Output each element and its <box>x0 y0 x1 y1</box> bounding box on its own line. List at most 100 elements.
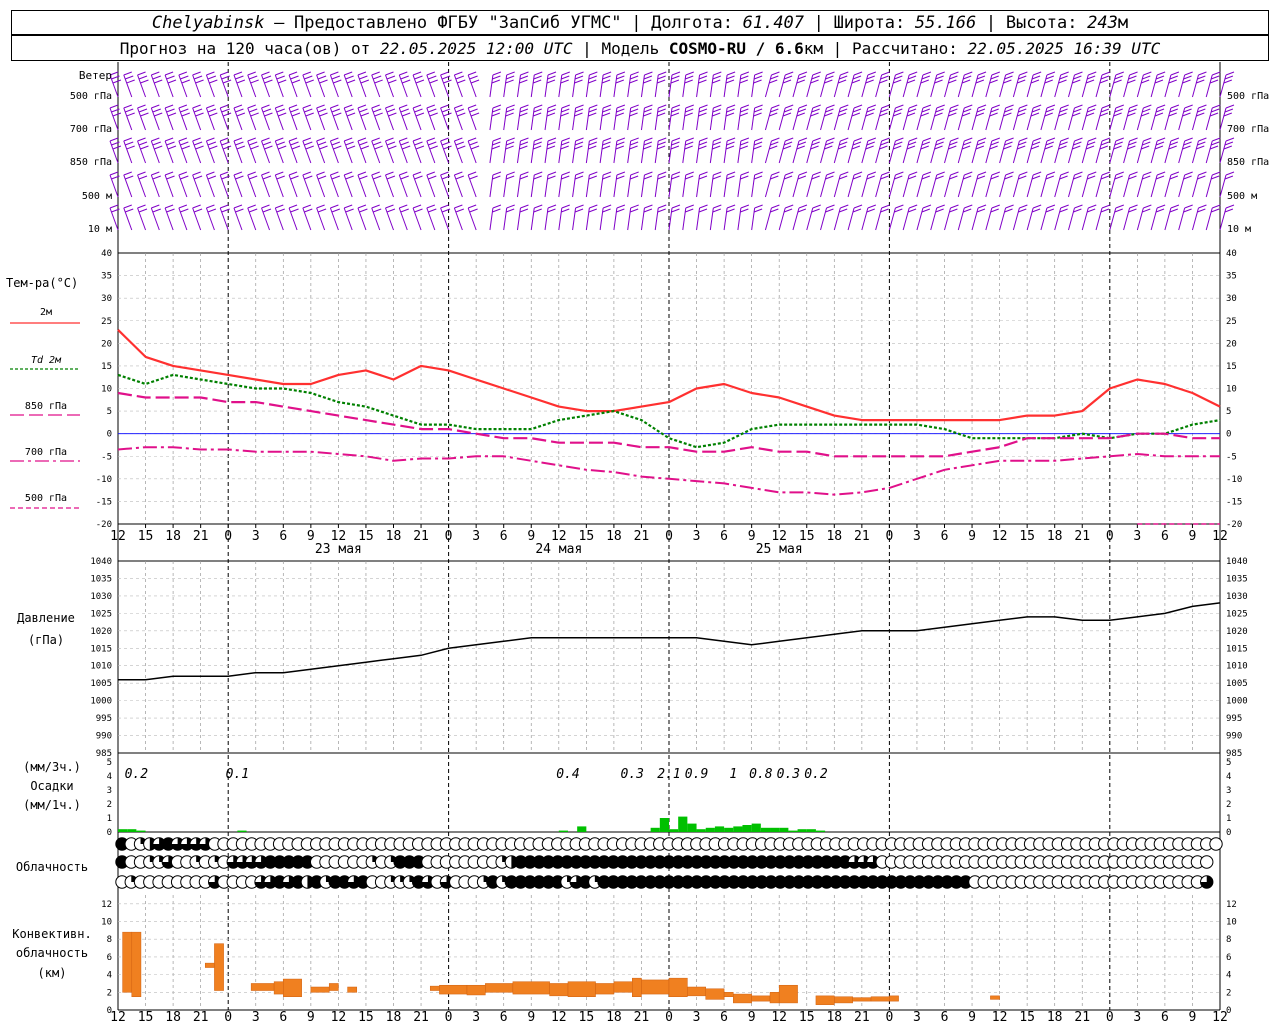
wind-barb-feather <box>657 208 666 213</box>
wind-barb <box>123 204 134 231</box>
wind-level-label-right: 850 гПа <box>1227 157 1269 168</box>
wind-barb-feather <box>233 204 243 209</box>
wind-barb-feather <box>154 79 163 84</box>
wind-barb <box>558 137 570 164</box>
wind-barb-feather <box>125 175 134 180</box>
wind-barb-staff <box>1164 107 1172 131</box>
wind-barb <box>999 104 1014 131</box>
wind-barb-feather <box>685 141 694 146</box>
wind-barb-feather <box>222 79 232 84</box>
conv-x-tick-label: 0 <box>224 1010 232 1024</box>
wind-barb-feather <box>330 71 339 76</box>
wind-barb-staff <box>985 174 993 198</box>
wind-barb-feather <box>249 175 258 180</box>
wind-barb <box>544 71 557 98</box>
wind-barb-feather <box>399 171 408 176</box>
wind-barb-staff <box>778 174 786 198</box>
wind-barb-staff <box>806 74 814 98</box>
conv-y-tick: 10 <box>101 918 112 928</box>
wind-barb-feather <box>492 137 502 142</box>
temp-x-tick-label: 9 <box>307 529 315 544</box>
wind-barb-feather <box>1129 171 1138 176</box>
wind-barb <box>751 104 763 131</box>
wind-barb <box>1081 104 1097 131</box>
wind-barb-staff <box>558 207 563 231</box>
wind-barb <box>944 104 959 131</box>
wind-barb-feather <box>125 208 134 213</box>
wind-barb-feather <box>520 204 529 209</box>
wind-barb <box>640 204 653 231</box>
wind-barb <box>343 204 354 231</box>
wind-barb <box>875 137 890 164</box>
wind-barb-feather <box>333 79 342 84</box>
wind-barb-staff <box>599 174 604 198</box>
wind-barb <box>1178 204 1193 231</box>
pres-y-tick-right: 1015 <box>1226 644 1248 654</box>
wind-barb-feather <box>740 104 750 109</box>
wind-barb-feather <box>1225 171 1235 176</box>
wind-title: Ветер <box>79 69 112 82</box>
wind-barb <box>627 204 639 231</box>
wind-barb-feather <box>785 137 794 142</box>
wind-barb <box>847 204 863 231</box>
wind-barb-feather <box>455 208 465 213</box>
wind-barb-staff <box>640 207 645 231</box>
wind-barb-staff <box>888 74 896 98</box>
wind-barb <box>164 71 177 98</box>
wind-barb <box>1109 171 1124 198</box>
wind-barb-feather <box>207 75 217 80</box>
wind-barb-feather <box>1046 204 1056 209</box>
wind-barb-feather <box>317 108 327 113</box>
wind-barb-staff <box>1081 174 1089 198</box>
wind-barb-feather <box>671 104 681 109</box>
wind-barb-staff <box>902 174 910 198</box>
day-label: 24 мая <box>535 542 582 557</box>
wind-barb-feather <box>977 171 987 176</box>
wind-barb <box>985 137 1001 164</box>
wind-barb-feather <box>1005 137 1014 142</box>
wind-barb-staff <box>1150 74 1158 98</box>
wind-barb-feather <box>519 75 529 80</box>
wind-barb-feather <box>1046 71 1056 76</box>
wind-barb-staff <box>572 74 577 98</box>
wind-barb-feather <box>658 171 667 176</box>
wind-barb-feather <box>658 104 667 109</box>
wind-barb-feather <box>895 171 904 176</box>
wind-barb-feather <box>319 112 328 117</box>
wind-barb-staff <box>1136 207 1144 231</box>
precip-3h-value: 0.4 <box>556 767 579 782</box>
wind-barb-feather <box>589 171 598 176</box>
wind-barb-feather <box>630 71 639 76</box>
wind-barb-feather <box>304 208 313 213</box>
wind-barb <box>371 104 383 131</box>
wind-barb <box>944 137 959 164</box>
wind-barb <box>247 137 259 164</box>
temp-y-tick: 15 <box>101 362 112 372</box>
wind-barb-feather <box>178 137 188 142</box>
wind-barb <box>530 171 543 198</box>
wind-barb <box>971 137 987 164</box>
wind-barb-feather <box>140 79 149 84</box>
wind-barb <box>572 171 584 198</box>
wind-barb-feather <box>388 112 397 117</box>
wind-barb <box>1178 104 1193 131</box>
wind-barb-staff <box>489 107 494 131</box>
wind-barb <box>572 137 584 164</box>
temp-y-tick: -15 <box>96 497 112 507</box>
wind-barb-feather <box>670 145 680 150</box>
wind-barb-staff <box>572 107 577 131</box>
wind-barb <box>233 71 246 98</box>
wind-barb-staff <box>613 174 618 198</box>
conv-cloud-bar <box>870 996 890 1002</box>
wind-barb-feather <box>330 204 339 209</box>
wind-barb-staff <box>792 140 800 164</box>
wind-barb-feather <box>574 145 583 150</box>
wind-barb-feather <box>249 141 258 146</box>
wind-barb-feather <box>166 141 175 146</box>
wind-barb-feather <box>602 108 611 113</box>
wind-barb-staff <box>1095 174 1103 198</box>
wind-barb <box>516 71 529 98</box>
wind-barb-staff <box>613 74 618 98</box>
wind-barb-feather <box>319 79 328 84</box>
wind-barb <box>792 137 808 164</box>
